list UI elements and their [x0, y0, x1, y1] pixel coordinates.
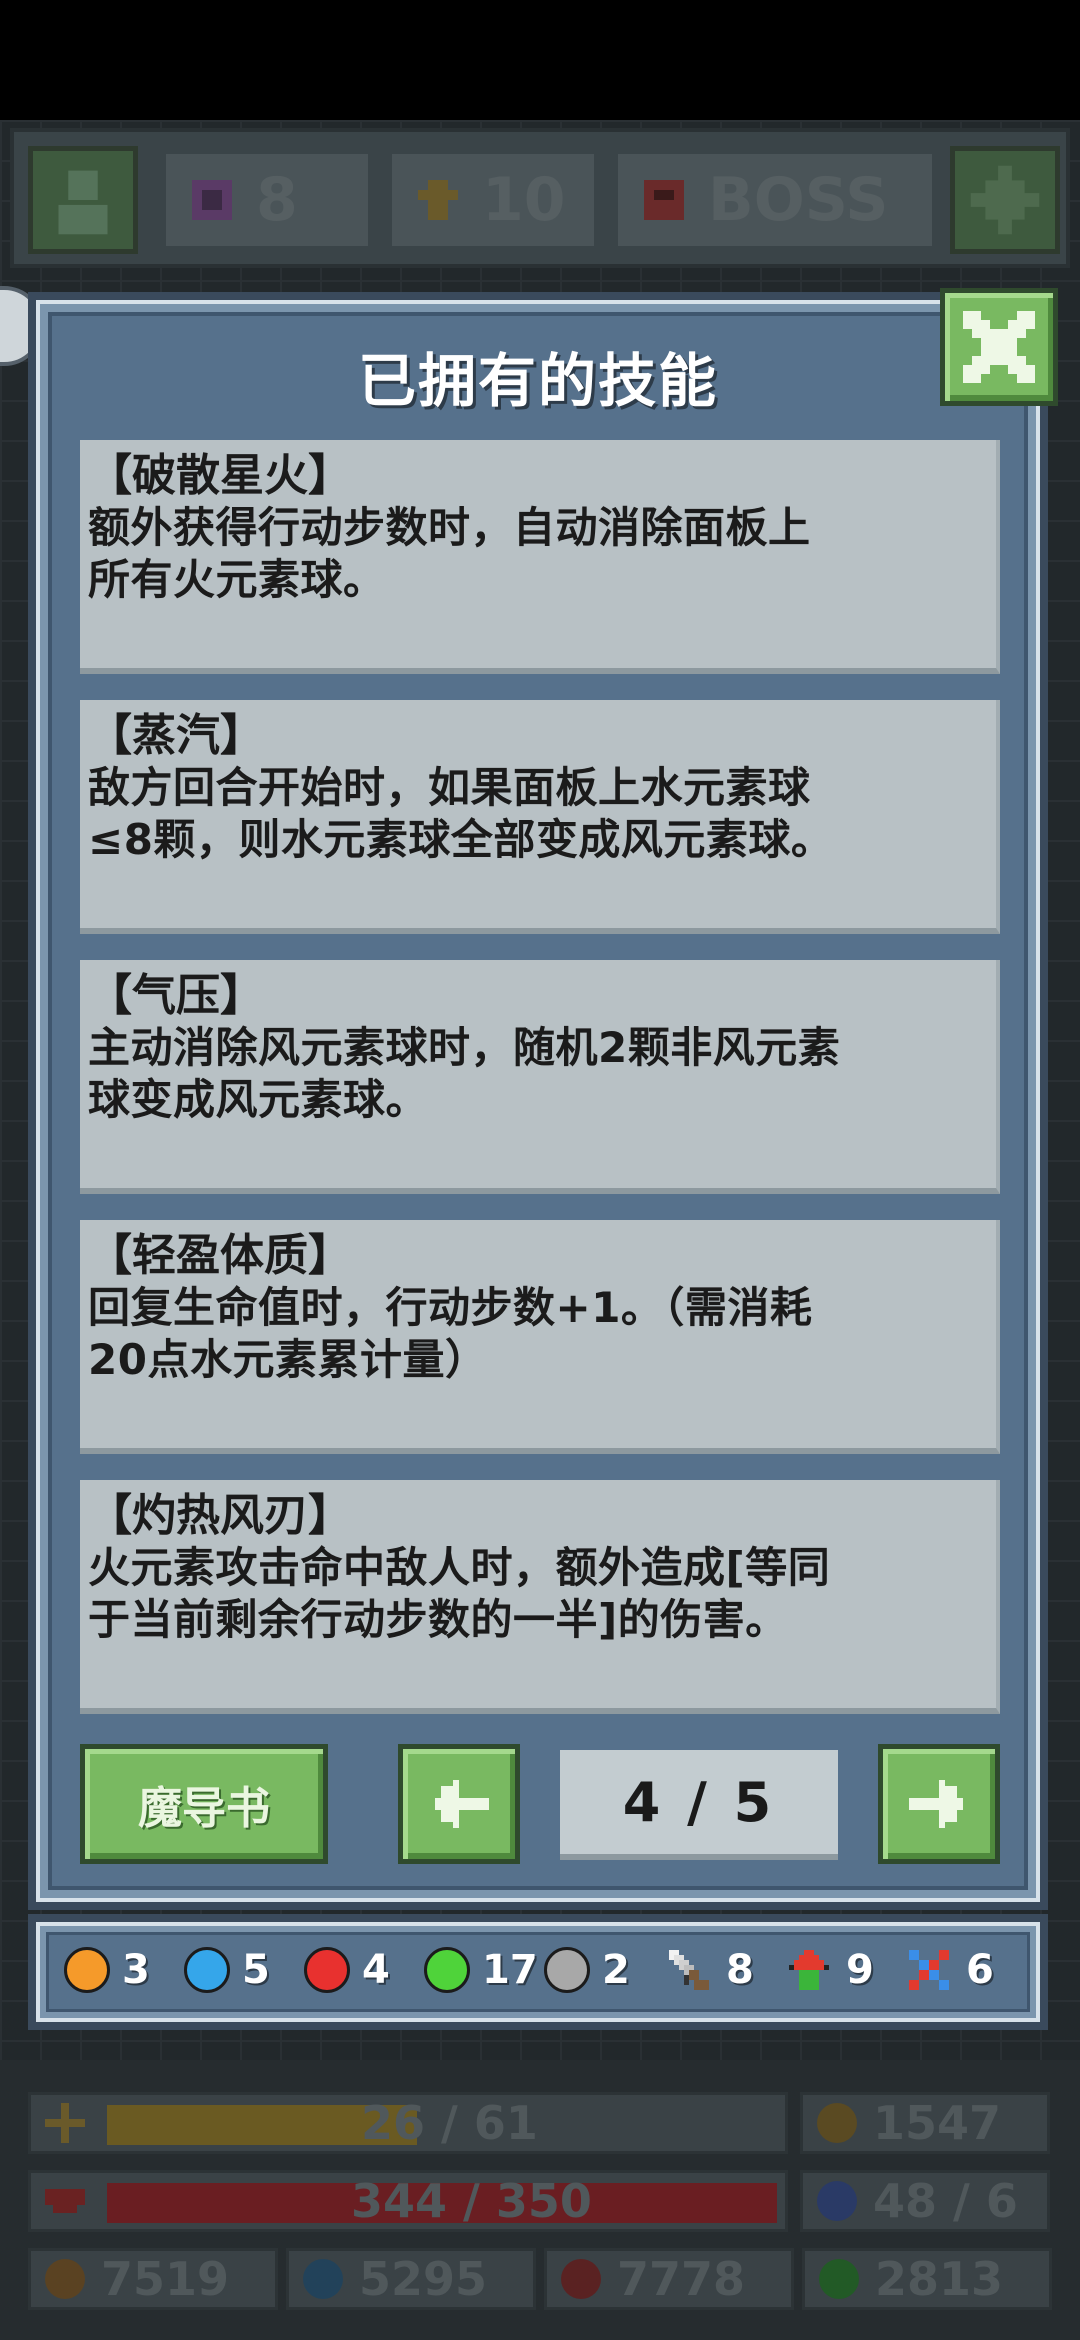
boss-label: BOSS [708, 165, 889, 235]
arrow-right-icon [909, 1780, 963, 1828]
shield-icon [817, 2181, 857, 2221]
resource-item: 8 [664, 1942, 754, 1998]
skill-desc-line: 敌方回合开始时，如果面板上水元素球 [88, 763, 811, 812]
skill-name: 【气压】 [88, 970, 264, 1021]
bottom-stats-area: 26 / 61 1547 344 / 350 48 / 6 7519 5295 … [0, 2060, 1080, 2340]
resource-count: 8 [726, 1947, 754, 1993]
gear-icon [970, 165, 1040, 235]
orange-orb-icon [64, 1947, 110, 1993]
extra-stat: 48 / 6 [800, 2170, 1050, 2232]
skill-desc-line: ≤8颗，则水元素球全部变成风元素球。 [88, 815, 834, 864]
skill-name: 【轻盈体质】 [88, 1230, 352, 1281]
profile-icon [58, 170, 108, 235]
green-orb-icon [424, 1947, 470, 1993]
resource-count: 17 [482, 1947, 538, 1993]
resource-item: 9 [784, 1942, 874, 1998]
res-value-1: 7519 [101, 2252, 230, 2306]
res-stat-3: 7778 [544, 2248, 794, 2310]
blue-orb-icon [184, 1947, 230, 1993]
skill-desc-line: 20点水元素累计量） [88, 1335, 488, 1384]
grimoire-button[interactable]: 魔导书 [80, 1744, 328, 1864]
resource-count: 6 [966, 1947, 994, 1993]
settings-button[interactable] [950, 146, 1060, 254]
level-value: 10 [482, 165, 566, 235]
resource-count: 5 [242, 1947, 270, 1993]
resource-item: 3 [64, 1942, 150, 1998]
top-status-bar: 8 10 BOSS [10, 128, 1070, 268]
green-orb-icon [819, 2259, 859, 2299]
boss-icon [644, 180, 684, 220]
skill-desc-line: 额外获得行动步数时，自动消除面板上 [88, 503, 811, 552]
skill-name: 【破散星火】 [88, 450, 352, 501]
resource-count: 2 [602, 1947, 630, 1993]
resource-item: 4 [304, 1942, 390, 1998]
skill-desc-line: 主动消除风元素球时，随机2颗非风元素 [88, 1023, 841, 1072]
skill-desc-line: 于当前剩余行动步数的一半]的伤害。 [88, 1595, 788, 1644]
red-orb-icon [304, 1947, 350, 1993]
gold-stat: 1547 [800, 2092, 1050, 2154]
res-stat-2: 5295 [286, 2248, 536, 2310]
gem-counter: 8 [162, 150, 372, 250]
level-counter: 10 [388, 150, 598, 250]
crossed-weapons-icon [909, 1950, 949, 1990]
res-value-3: 7778 [617, 2252, 746, 2306]
skill-card: 【灼热风刃】 火元素攻击命中敌人时，额外造成[等同 于当前剩余行动步数的一半]的… [80, 1480, 1000, 1714]
skill-name: 【蒸汽】 [88, 710, 264, 761]
heal-arrow-icon [789, 1950, 829, 1990]
resource-item: 2 [544, 1942, 630, 1998]
hp-bar: 344 / 350 [28, 2170, 788, 2232]
res-stat-1: 7519 [28, 2248, 278, 2310]
skill-card: 【破散星火】 额外获得行动步数时，自动消除面板上 所有火元素球。 [80, 440, 1000, 674]
hp-value: 344 / 350 [351, 2174, 592, 2228]
next-page-button[interactable] [878, 1744, 1000, 1864]
res-value-4: 2813 [875, 2252, 1004, 2306]
skill-desc-line: 回复生命值时，行动步数+1。（需消耗 [88, 1283, 813, 1332]
skill-card: 【气压】 主动消除风元素球时，随机2颗非风元素 球变成风元素球。 [80, 960, 1000, 1194]
resource-item: 17 [424, 1942, 538, 1998]
level-arrow-icon [418, 180, 458, 220]
extra-value: 48 / 6 [873, 2174, 1018, 2228]
modal-title: 已拥有的技能 [357, 347, 718, 415]
orange-orb-icon [45, 2259, 85, 2299]
exp-bar: 26 / 61 [28, 2092, 788, 2154]
arrow-left-icon [435, 1780, 489, 1828]
boss-indicator[interactable]: BOSS [614, 150, 936, 250]
resource-count: 9 [846, 1947, 874, 1993]
coin-icon [817, 2103, 857, 2143]
gold-value: 1547 [873, 2096, 1002, 2150]
top-black-band [0, 0, 1080, 120]
skill-card: 【轻盈体质】 回复生命值时，行动步数+1。（需消耗 20点水元素累计量） [80, 1220, 1000, 1454]
resource-count: 4 [362, 1947, 390, 1993]
resource-bar: 3 5 4 17 2 8 9 6 [28, 1914, 1048, 2030]
skill-card: 【蒸汽】 敌方回合开始时，如果面板上水元素球 ≤8颗，则水元素球全部变成风元素球… [80, 700, 1000, 934]
exp-value: 26 / 61 [361, 2096, 538, 2150]
res-stat-4: 2813 [802, 2248, 1052, 2310]
red-orb-icon [561, 2259, 601, 2299]
profile-button[interactable] [28, 146, 138, 254]
skill-desc-line: 所有火元素球。 [88, 555, 386, 604]
close-button[interactable] [940, 288, 1058, 406]
prev-page-button[interactable] [398, 1744, 520, 1864]
skill-desc-line: 火元素攻击命中敌人时，额外造成[等同 [88, 1543, 831, 1592]
resource-count: 3 [122, 1947, 150, 1993]
sword-icon [669, 1950, 709, 1990]
resource-item: 5 [184, 1942, 270, 1998]
blue-orb-icon [303, 2259, 343, 2299]
gem-count: 8 [256, 165, 298, 235]
heart-icon [45, 2189, 85, 2213]
skill-name: 【灼热风刃】 [88, 1490, 352, 1541]
gray-orb-icon [544, 1947, 590, 1993]
gem-icon [192, 180, 232, 220]
resource-item: 6 [904, 1942, 994, 1998]
page-indicator: 4 / 5 [560, 1750, 838, 1860]
skill-desc-line: 球变成风元素球。 [88, 1075, 429, 1124]
close-icon [963, 311, 1035, 383]
star-icon [45, 2103, 85, 2143]
res-value-2: 5295 [359, 2252, 488, 2306]
